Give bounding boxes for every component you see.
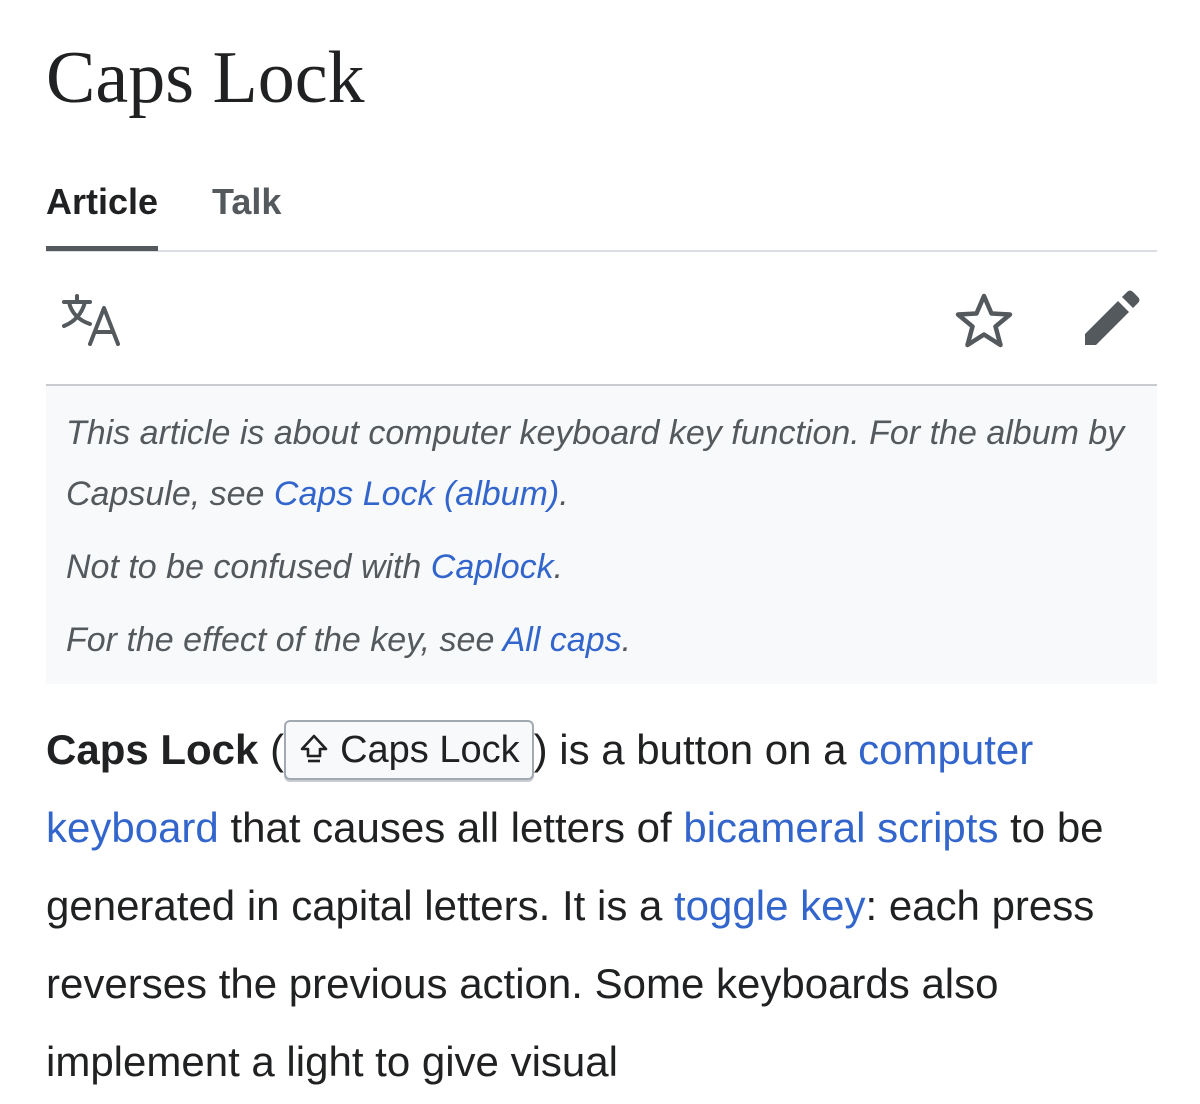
link-bicameral-scripts[interactable]: bicameral scripts (683, 804, 998, 851)
link-caplock[interactable]: Caplock (431, 548, 554, 586)
link-caps-lock-album[interactable]: Caps Lock (album) (274, 475, 559, 513)
hatnote-confused-text: Not to be confused with (66, 548, 431, 586)
hatnote-confused: Not to be confused with Caplock. (66, 537, 1126, 598)
hatnote-effect: For the effect of the key, see All caps. (66, 610, 1126, 671)
hatnote-album-text: This article is about computer keyboard … (66, 414, 1125, 513)
page-actions-toolbar (46, 252, 1157, 386)
language-icon[interactable] (60, 292, 124, 348)
link-all-caps[interactable]: All caps (503, 621, 622, 659)
hatnote-period: . (559, 475, 569, 513)
body-text-2: that causes all letters of (218, 804, 684, 851)
caps-lock-key-icon (300, 734, 328, 763)
article-lead-paragraph: Caps Lock (Caps Lock) is a button on a c… (46, 711, 1166, 1101)
paren-open: ( (258, 726, 285, 773)
hatnote-album: This article is about computer keyboard … (66, 403, 1126, 525)
star-icon[interactable] (954, 292, 1014, 350)
body-text-1: ) is a button on a (533, 726, 859, 773)
edit-pencil-icon[interactable] (1082, 290, 1140, 348)
link-toggle-key[interactable]: toggle key (674, 882, 865, 929)
hatnote-box: This article is about computer keyboard … (46, 386, 1157, 684)
tab-talk[interactable]: Talk (212, 178, 281, 226)
page-title: Caps Lock (46, 37, 365, 119)
article-term: Caps Lock (46, 726, 259, 773)
hatnote-effect-text: For the effect of the key, see (66, 621, 503, 659)
kbd-label: Caps Lock (340, 729, 520, 771)
tab-article[interactable]: Article (46, 178, 159, 251)
hatnote-period: . (621, 621, 632, 659)
keyboard-key-caps-lock: Caps Lock (284, 720, 534, 780)
hatnote-period: . (553, 548, 564, 586)
page-tabs: Article Talk (46, 178, 1157, 252)
